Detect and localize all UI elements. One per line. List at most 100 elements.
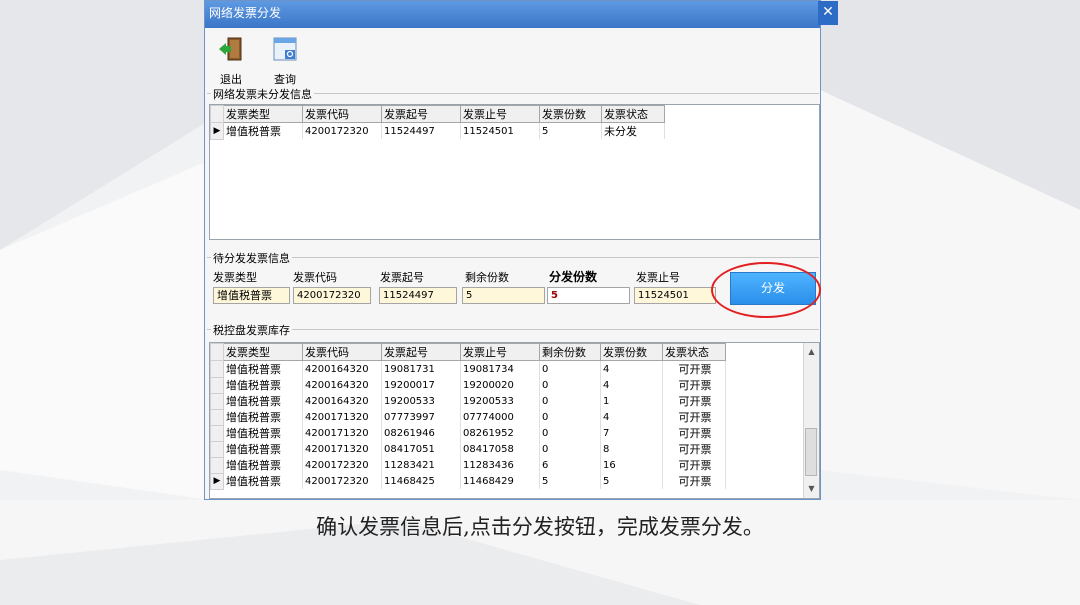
cell-invoice-type: 增值税普票 [223,393,303,409]
row-selector-header [210,105,224,123]
table-row[interactable]: ▶ 增值税普票 4200172320 11524497 11524501 5 未… [210,122,665,140]
column-header[interactable]: 发票止号 [460,343,540,361]
row-selector-arrow-icon: ▶ [210,122,224,140]
table-row[interactable]: 增值税普票 4200164320 19081731 19081734 0 4 可… [210,360,726,378]
cell-end-number: 08417058 [460,441,540,457]
cell-start-number: 11524497 [381,122,461,139]
cell-start-number: 08417051 [381,441,461,457]
exit-button[interactable]: 退出 [211,35,251,87]
cell-end-number: 11468429 [460,473,540,489]
column-header[interactable]: 发票份数 [600,343,663,361]
cell-invoice-status: 可开票 [662,473,726,489]
cell-invoice-code: 4200164320 [302,360,382,377]
table-row[interactable]: 增值税普票 4200164320 19200017 19200020 0 4 可… [210,376,726,394]
column-header[interactable]: 发票代码 [302,343,382,361]
table-row[interactable]: 增值税普票 4200171320 08417051 08417058 0 8 可… [210,440,726,458]
cell-start-number: 11283421 [381,457,461,473]
column-header[interactable]: 发票止号 [460,105,540,123]
cell-invoice-count: 1 [600,393,663,409]
remaining-field[interactable]: 5 [462,287,545,304]
cell-invoice-count: 4 [600,377,663,393]
inventory-scrollbar[interactable]: ▲ ▼ [803,343,819,498]
cell-end-number: 07774000 [460,409,540,425]
cell-remaining: 0 [539,360,601,377]
column-header[interactable]: 发票份数 [539,105,602,123]
cell-invoice-count: 7 [600,425,663,441]
cell-remaining: 0 [539,409,601,425]
cell-end-number: 19200533 [460,393,540,409]
window-titlebar: 网络发票分发 [205,1,820,28]
cell-remaining: 0 [539,425,601,441]
column-header[interactable]: 发票状态 [601,105,665,123]
cell-invoice-code: 4200171320 [302,425,382,441]
count-input[interactable]: 5 [547,287,630,304]
exit-door-icon [219,37,242,61]
start-field[interactable]: 11524497 [379,287,457,304]
cell-remaining: 0 [539,377,601,393]
row-selector [210,456,224,474]
row-selector [210,424,224,442]
cell-invoice-code: 4200171320 [302,441,382,457]
grid-header-row: 发票类型 发票代码 发票起号 发票止号 剩余份数 发票份数 发票状态 [210,343,726,361]
scroll-thumb[interactable] [805,428,817,476]
table-row[interactable]: 增值税普票 4200164320 19200533 19200533 0 1 可… [210,392,726,410]
cell-remaining: 0 [539,393,601,409]
annotation-circle [711,262,821,318]
start-label: 发票起号 [380,271,424,284]
scroll-up-icon[interactable]: ▲ [804,345,819,359]
query-window-icon [273,37,297,61]
cell-invoice-type: 增值税普票 [223,425,303,441]
query-button[interactable]: 查询 [265,35,305,87]
code-field[interactable]: 4200172320 [293,287,371,304]
cell-invoice-status: 可开票 [662,393,726,409]
column-header[interactable]: 发票代码 [302,105,382,123]
table-row[interactable]: 增值税普票 4200172320 11283421 11283436 6 16 … [210,456,726,474]
table-row[interactable]: ▶ 增值税普票 4200172320 11468425 11468429 5 5… [210,472,726,490]
table-row[interactable]: 增值税普票 4200171320 08261946 08261952 0 7 可… [210,424,726,442]
cell-end-number: 11283436 [460,457,540,473]
cell-invoice-status: 可开票 [662,377,726,393]
column-header[interactable]: 发票类型 [223,105,303,123]
cell-invoice-count: 16 [600,457,663,473]
cell-end-number: 08261952 [460,425,540,441]
scroll-down-icon[interactable]: ▼ [804,482,819,496]
cell-remaining: 5 [539,473,601,489]
type-field[interactable]: 增值税普票 [213,287,290,304]
undistributed-grid[interactable]: 发票类型 发票代码 发票起号 发票止号 发票份数 发票状态 ▶ 增值税普票 42… [209,104,820,240]
cell-start-number: 11468425 [381,473,461,489]
inventory-grid[interactable]: 发票类型 发票代码 发票起号 发票止号 剩余份数 发票份数 发票状态 增值税普票… [209,342,820,499]
column-header[interactable]: 发票状态 [662,343,726,361]
column-header[interactable]: 发票起号 [381,343,461,361]
cell-invoice-code: 4200172320 [302,122,382,139]
cell-invoice-code: 4200164320 [302,377,382,393]
row-selector [210,392,224,410]
row-selector [210,440,224,458]
cell-end-number: 19200020 [460,377,540,393]
cell-invoice-count: 8 [600,441,663,457]
cell-invoice-count: 5 [600,473,663,489]
column-header[interactable]: 发票起号 [381,105,461,123]
code-label: 发票代码 [293,271,337,284]
cell-invoice-type: 增值税普票 [223,441,303,457]
cell-start-number: 19200533 [381,393,461,409]
cell-invoice-code: 4200171320 [302,409,382,425]
row-selector [210,360,224,378]
cell-invoice-count: 4 [600,409,663,425]
row-selector [210,408,224,426]
invoice-distribution-window: 网络发票分发 ✕ 退出 查询 网络发票未分发信息 发票类型 发票代码 发票起号 … [204,0,838,500]
cell-remaining: 6 [539,457,601,473]
cell-invoice-type: 增值税普票 [223,122,303,139]
inventory-group-title: 税控盘发票库存 [211,322,292,338]
end-field[interactable]: 11524501 [634,287,716,304]
table-row[interactable]: 增值税普票 4200171320 07773997 07774000 0 4 可… [210,408,726,426]
cell-start-number: 19081731 [381,360,461,377]
cell-remaining: 0 [539,441,601,457]
column-header[interactable]: 发票类型 [223,343,303,361]
cell-invoice-status: 可开票 [662,441,726,457]
cell-start-number: 07773997 [381,409,461,425]
close-button[interactable]: ✕ [818,1,838,25]
column-header[interactable]: 剩余份数 [539,343,601,361]
cell-end-number: 11524501 [460,122,540,139]
cell-start-number: 19200017 [381,377,461,393]
cell-invoice-status: 未分发 [601,122,665,139]
